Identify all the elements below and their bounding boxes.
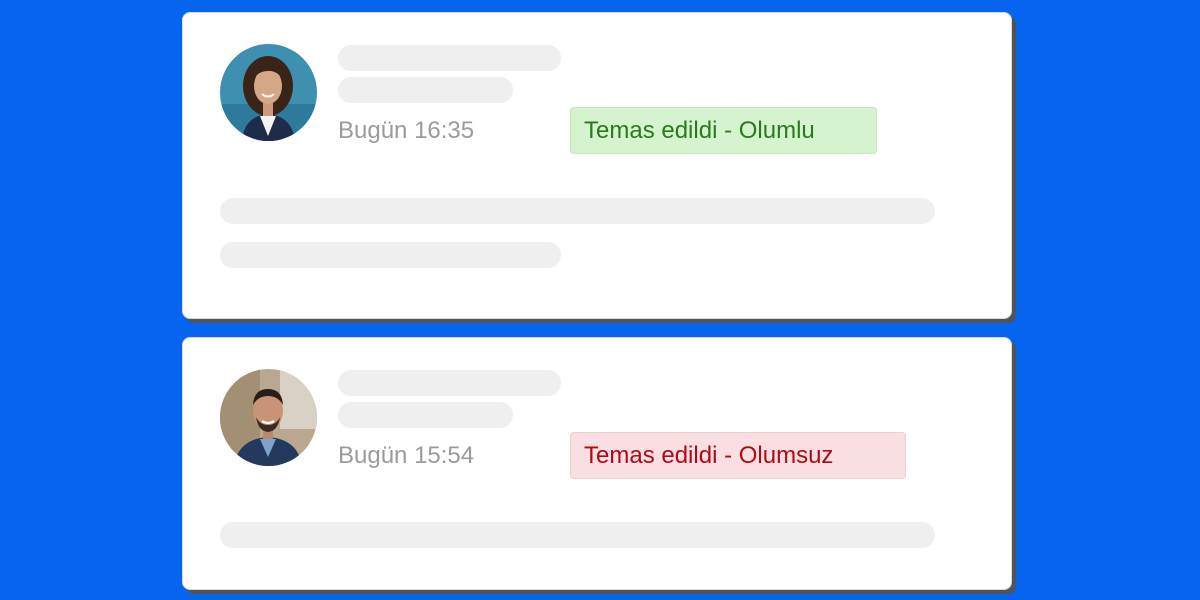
person-avatar-man-icon (220, 369, 317, 466)
contact-timestamp: Bugün 15:54 (338, 442, 475, 469)
skeleton-note-line (220, 198, 935, 224)
avatar (220, 369, 317, 466)
skeleton-name-line (338, 370, 561, 396)
status-badge: Temas edildi - Olumsuz (570, 432, 906, 479)
contact-card[interactable]: Bugün 15:54 Temas edildi - Olumsuz (182, 337, 1012, 590)
avatar (220, 44, 317, 141)
skeleton-note-line (220, 522, 935, 548)
person-avatar-woman-icon (220, 44, 317, 141)
contact-timestamp: Bugün 16:35 (338, 117, 475, 144)
status-badge: Temas edildi - Olumlu (570, 107, 877, 154)
skeleton-subtitle-line (338, 77, 513, 103)
contact-card[interactable]: Bugün 16:35 Temas edildi - Olumlu (182, 12, 1012, 319)
skeleton-subtitle-line (338, 402, 513, 428)
skeleton-name-line (338, 45, 561, 71)
skeleton-note-line (220, 242, 561, 268)
